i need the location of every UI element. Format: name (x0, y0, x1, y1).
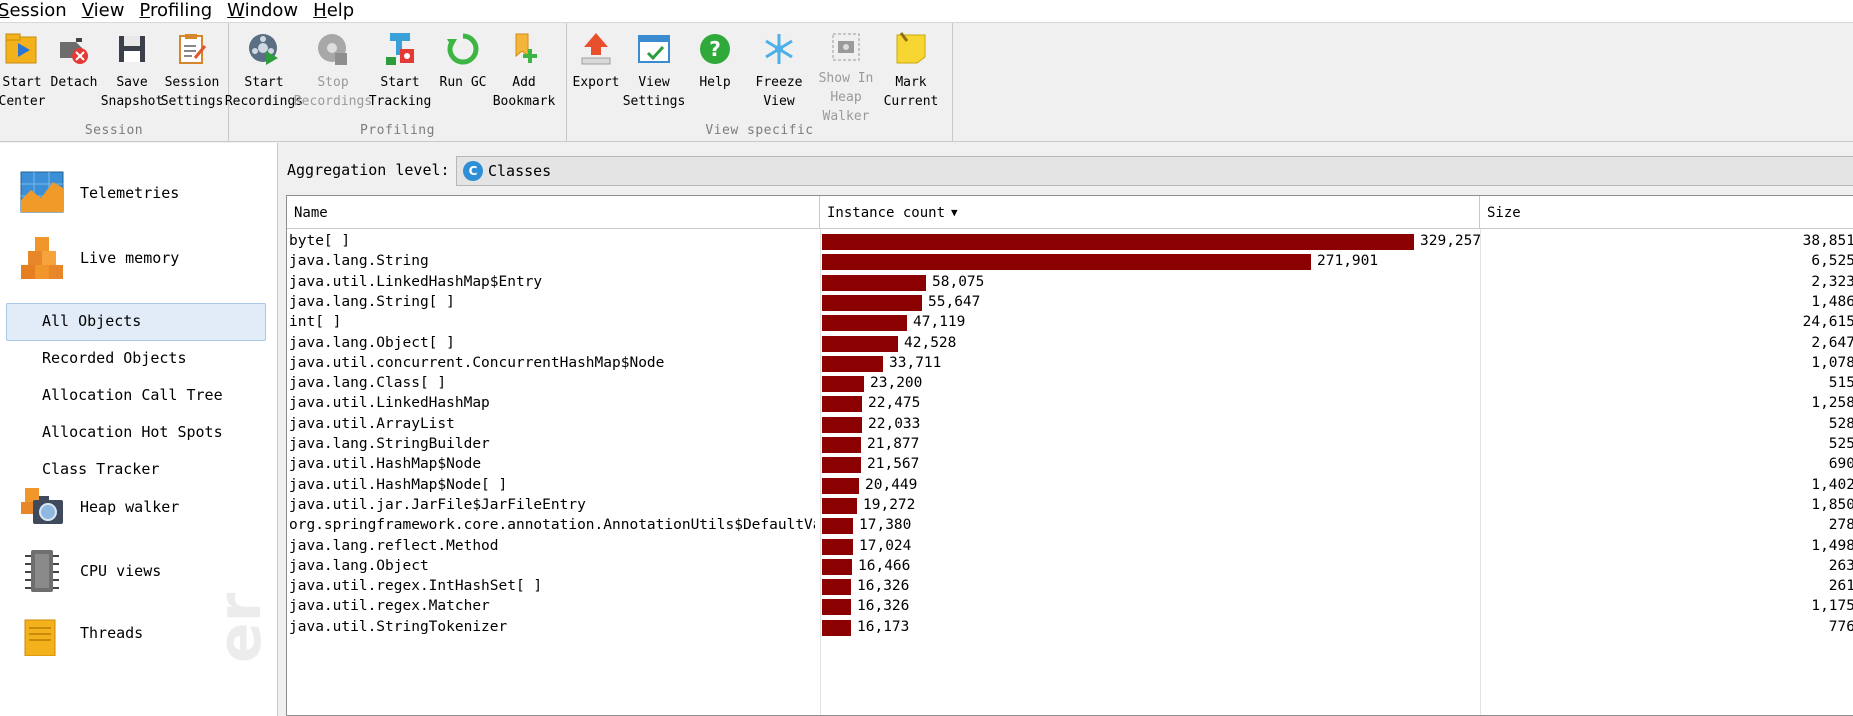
instance-count-bar (822, 254, 1311, 271)
menu-item-view[interactable]: View (82, 1, 132, 21)
instance-count-bar (822, 538, 853, 555)
sidebar-item-recorded-objects[interactable]: Recorded Objects (42, 349, 187, 367)
instance-count-bar (822, 619, 851, 636)
start-center-button[interactable]: Start Center (0, 27, 45, 125)
instance-count-bar (822, 416, 862, 433)
snowflake-icon (759, 29, 799, 69)
objects-table: Name Instance count ▼ Size byte[ ] 329,25… (286, 195, 1853, 716)
toolbar-group-label-session: Session (84, 123, 144, 138)
start-recordings-button[interactable]: Start Recordings (225, 27, 303, 125)
menu-bar: Session View Profiling Window Help (0, 0, 1853, 22)
mark-current-button[interactable]: Mark Current (881, 27, 941, 125)
stop-recordings-icon (313, 29, 353, 69)
instance-count-bar (822, 274, 926, 291)
column-header-size[interactable]: Size (1480, 196, 1853, 229)
menu-item-window[interactable]: Window (227, 1, 305, 21)
aggregation-level-label: Aggregation level: (287, 161, 450, 179)
refresh-icon (443, 29, 483, 69)
detach-button[interactable]: Detach (44, 27, 104, 125)
instance-count-bar (822, 497, 857, 514)
instance-count-bar (822, 335, 898, 352)
session-settings-button[interactable]: Session Settings (160, 27, 224, 125)
column-header-instance-count[interactable]: Instance count ▼ (820, 196, 1480, 229)
save-icon (112, 29, 152, 69)
view-settings-button[interactable]: View Settings (623, 27, 685, 125)
detach-icon (54, 29, 94, 69)
toolbar-group-session: Start Center Detach Save Snapshot Sessio… (0, 23, 229, 141)
menu-item-profiling[interactable]: Profiling (139, 1, 219, 21)
mark-current-icon (891, 29, 931, 69)
start-recordings-icon (244, 29, 284, 69)
aggregation-level-row: Aggregation level: (287, 155, 464, 185)
sidebar-item-all-objects[interactable]: All Objects (42, 312, 141, 330)
table-header: Name Instance count ▼ Size (287, 196, 1853, 229)
instance-count-bar (822, 376, 864, 393)
instance-count-bar (822, 234, 1414, 250)
instance-count-bar (822, 437, 861, 453)
sidebar-item-allocation-call-tree[interactable]: Allocation Call Tree (42, 386, 223, 404)
toolbar-group-label-profiling: Profiling (360, 123, 435, 138)
toolbar: Start Center Detach Save Snapshot Sessio… (0, 22, 1853, 142)
instance-count-bar (822, 396, 862, 413)
sidebar-item-allocation-hot-spots[interactable]: Allocation Hot Spots (42, 423, 223, 441)
help-button[interactable]: ? Help (683, 27, 747, 125)
stop-recordings-button[interactable]: Stop Recordings (294, 27, 372, 125)
freeze-view-button[interactable]: Freeze View (747, 27, 811, 125)
instance-count-bar (822, 518, 853, 535)
all-objects-view: Aggregation level: C Classes Name Instan… (279, 143, 1853, 716)
session-settings-icon (172, 29, 212, 69)
cpu-chip-icon (16, 545, 68, 597)
instance-count-bar (822, 579, 851, 596)
show-in-heap-walker-button[interactable]: Show In Heap Walker (811, 27, 881, 125)
export-icon (576, 29, 616, 69)
start-tracking-icon (380, 29, 420, 69)
instance-count-bar (822, 558, 852, 575)
class-icon: C (463, 161, 483, 181)
save-snapshot-button[interactable]: Save Snapshot (101, 27, 163, 125)
menu-item-help[interactable]: Help (313, 1, 361, 21)
run-gc-button[interactable]: Run GC (433, 27, 493, 125)
camera-icon (16, 481, 68, 533)
sidebar-category-heap-walker[interactable]: Heap walker (0, 477, 277, 537)
view-selector-sidebar: Telemetries Live memory All Objects Reco… (0, 143, 278, 716)
aggregation-level-value: Classes (488, 162, 552, 180)
telemetries-icon (16, 167, 68, 219)
help-icon: ? (695, 29, 735, 69)
instance-count-bar (822, 315, 907, 332)
instance-count-bar (822, 294, 922, 311)
bookmark-icon (504, 29, 544, 69)
column-header-name[interactable]: Name (287, 196, 820, 229)
sidebar-item-class-tracker[interactable]: Class Tracker (42, 460, 159, 478)
start-tracking-button[interactable]: Start Tracking (367, 27, 433, 125)
view-settings-icon (634, 29, 674, 69)
sidebar-watermark: er (205, 592, 275, 663)
class-name-cell: java.util.StringTokenizer (289, 618, 508, 635)
threads-icon (16, 607, 68, 659)
instance-count-bar (822, 599, 851, 616)
instance-count-bar (822, 457, 861, 474)
start-center-icon (2, 29, 42, 69)
instance-count-bar (822, 355, 883, 372)
sidebar-category-telemetries[interactable]: Telemetries (0, 163, 277, 223)
toolbar-group-label-view-specific: View specific (705, 123, 814, 138)
menu-item-session[interactable]: Session (0, 1, 74, 21)
live-memory-icon (16, 232, 68, 284)
instance-count-value: 16,173 (857, 618, 910, 635)
heap-walker-icon (826, 29, 866, 65)
sidebar-category-live-memory[interactable]: Live memory (0, 228, 277, 288)
toolbar-group-profiling: Start Recordings Stop Recordings Start T… (225, 23, 567, 141)
add-bookmark-button[interactable]: Add Bookmark (493, 27, 555, 125)
sort-descending-icon: ▼ (951, 206, 958, 219)
size-cell: 776 (1828, 618, 1853, 635)
instance-count-bar (822, 477, 859, 494)
toolbar-group-view-specific: Export View Settings ? Help Freeze View … (567, 23, 953, 141)
svg-text:?: ? (709, 37, 721, 61)
table-row[interactable]: java.util.StringTokenizer 16,173 776 (287, 615, 1853, 639)
export-button[interactable]: Export (567, 27, 625, 125)
aggregation-level-dropdown[interactable]: C Classes (456, 156, 1853, 186)
